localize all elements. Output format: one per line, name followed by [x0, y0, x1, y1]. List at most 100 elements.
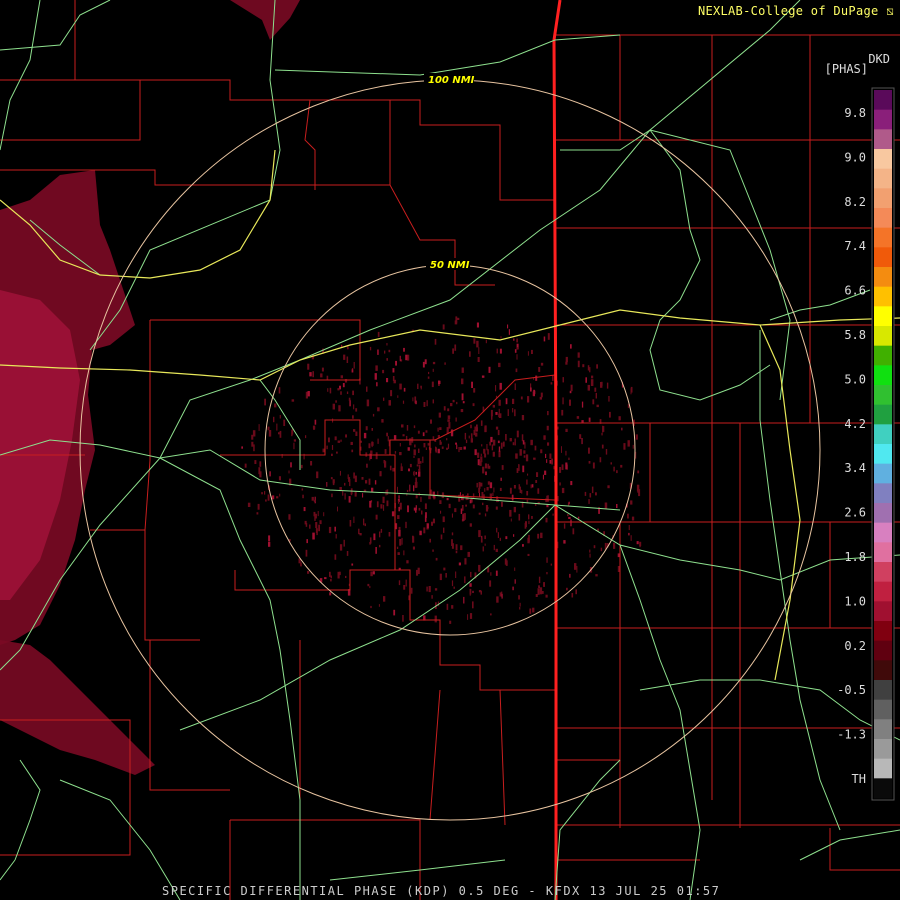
legend-tick-label: 2.6	[844, 506, 866, 520]
echo-speckle	[377, 331, 380, 337]
echo-speckle-field	[241, 316, 642, 624]
echo-speckle	[570, 384, 573, 392]
echo-speckle	[439, 427, 442, 430]
echo-speckle	[406, 560, 409, 564]
echo-speckle	[362, 493, 364, 498]
echo-speckle	[482, 546, 484, 552]
echo-speckle	[393, 609, 396, 616]
echo-speckle	[350, 441, 353, 445]
echo-speckle	[312, 532, 315, 540]
echo-speckle	[545, 498, 548, 502]
echo-speckle	[469, 523, 472, 527]
echo-speckle	[480, 482, 483, 487]
echo-speckle	[367, 583, 370, 587]
echo-speckle	[462, 401, 465, 404]
echo-speckle	[397, 515, 400, 519]
echo-speckle	[330, 579, 332, 582]
echo-speckle	[422, 432, 425, 437]
echo-speckle	[351, 563, 354, 566]
echo-speckle	[432, 436, 435, 440]
echo-speckle	[416, 569, 419, 576]
echo-speckle	[565, 428, 568, 432]
echo-speckle	[454, 344, 457, 351]
echo-speckle	[537, 533, 540, 539]
echo-speckle	[448, 422, 451, 429]
echo-speckle	[432, 549, 434, 552]
echo-speckle	[351, 449, 354, 453]
echo-speckle	[443, 567, 446, 571]
echo-speckle	[601, 444, 604, 449]
echo-speckle	[613, 466, 615, 472]
echo-speckle	[352, 390, 354, 396]
echo-speckle	[452, 399, 455, 403]
echo-speckle	[388, 532, 391, 537]
echo-speckle	[546, 459, 548, 463]
echo-speckle	[618, 416, 621, 421]
echo-speckle	[581, 401, 584, 408]
echo-speckle	[422, 456, 424, 463]
echo-speckle	[588, 417, 591, 422]
echo-speckle	[487, 449, 489, 455]
echo-speckle	[399, 452, 402, 456]
echo-speckle	[522, 440, 525, 445]
echo-speckle	[570, 519, 572, 527]
echo-speckle	[278, 432, 280, 435]
echo-speckle	[461, 378, 464, 385]
echo-speckle	[531, 349, 533, 354]
legend-band	[874, 660, 892, 681]
echo-speckle	[379, 544, 381, 548]
echo-speckle	[516, 338, 518, 343]
echo-speckle	[417, 383, 419, 389]
legend-band	[874, 483, 892, 504]
legend-band	[874, 778, 892, 799]
echo-speckle	[293, 442, 295, 450]
echo-speckle	[435, 557, 438, 561]
echo-speckle	[370, 450, 373, 454]
echo-speckle	[571, 593, 574, 598]
echo-speckle	[309, 372, 312, 377]
echo-speckle	[523, 455, 526, 458]
echo-speckle	[334, 436, 337, 441]
echo-speckle	[337, 388, 340, 391]
echo-speckle	[521, 434, 524, 442]
echo-speckle	[388, 349, 391, 353]
echo-speckle	[472, 504, 475, 509]
echo-speckle	[428, 371, 430, 375]
echo-speckle	[390, 390, 393, 397]
echo-speckle	[420, 385, 422, 388]
echo-speckle	[533, 389, 535, 397]
echo-speckle	[374, 480, 377, 485]
legend-band	[874, 581, 892, 602]
echo-speckle	[398, 506, 400, 512]
echo-speckle	[525, 521, 527, 528]
echo-speckle	[363, 432, 367, 439]
echo-speckle	[492, 451, 495, 457]
echo-speckle	[538, 367, 541, 372]
echo-speckle	[576, 416, 580, 419]
echo-speckle	[265, 499, 267, 502]
echo-speckle	[499, 487, 502, 491]
echo-speckle	[533, 457, 536, 460]
echo-speckle	[507, 324, 509, 329]
echo-speckle	[247, 502, 251, 507]
echo-speckle	[608, 396, 610, 402]
echo-speckle	[478, 347, 480, 354]
echo-speckle	[451, 605, 454, 609]
echo-speckle	[456, 401, 458, 405]
range-ring-100-nmi	[79, 79, 821, 821]
echo-speckle	[257, 503, 260, 510]
echo-speckle	[386, 358, 388, 361]
echo-speckle	[620, 464, 623, 468]
echo-speckle	[336, 451, 338, 454]
echo-speckle	[407, 505, 409, 513]
echo-speckle	[273, 416, 275, 423]
echo-speckle	[377, 407, 380, 412]
echo-speckle	[481, 444, 483, 447]
echo-speckle	[346, 346, 349, 350]
echo-speckle	[473, 388, 476, 393]
echo-speckle	[401, 537, 403, 545]
echo-speckle	[463, 596, 465, 604]
echo-speckle	[379, 471, 382, 477]
echo-speckle	[399, 539, 402, 546]
echo-speckle	[405, 579, 407, 587]
